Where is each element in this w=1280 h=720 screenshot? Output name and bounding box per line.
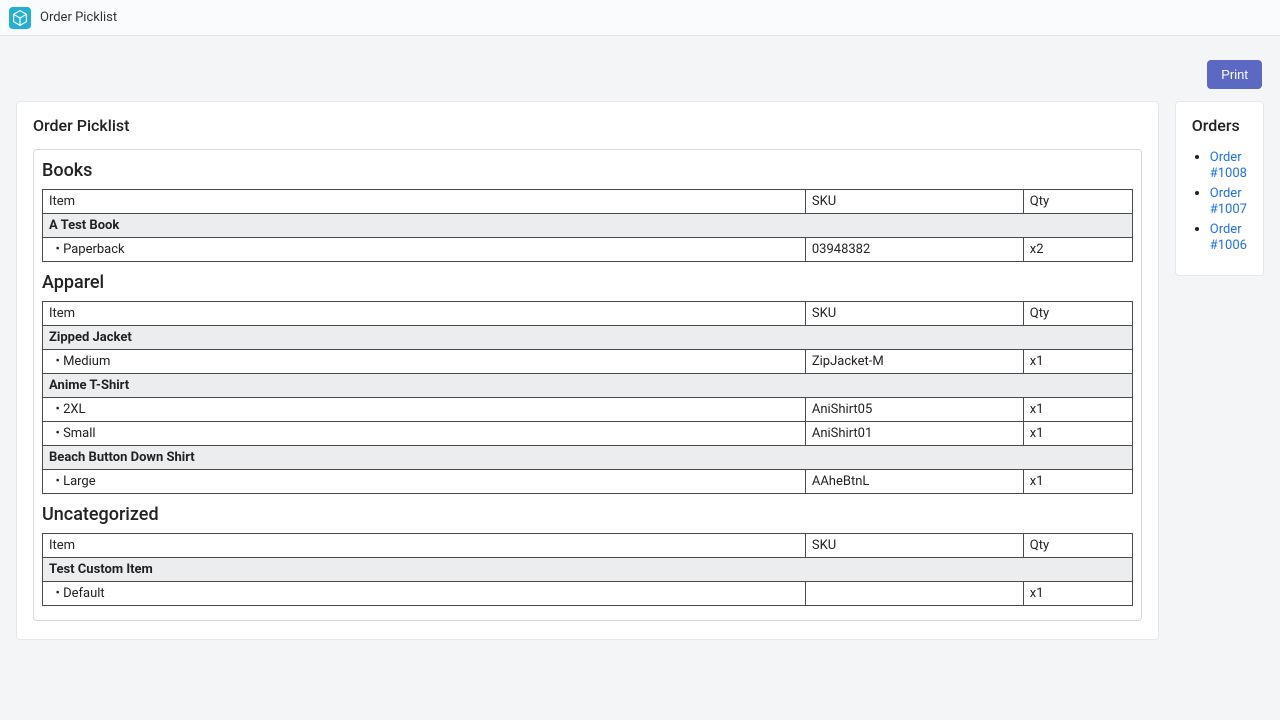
variant-qty: x1 bbox=[1023, 422, 1132, 446]
col-header-item: Item bbox=[43, 190, 806, 214]
picklist-section: Books ItemSKUQtyA Test BookPaperback03948… bbox=[42, 160, 1133, 262]
variant-row: LargeAAheBtnLx1 bbox=[43, 470, 1133, 494]
section-title: Apparel bbox=[42, 272, 1133, 293]
variant-qty: x1 bbox=[1023, 470, 1132, 494]
col-header-sku: SKU bbox=[805, 302, 1023, 326]
col-header-qty: Qty bbox=[1023, 190, 1132, 214]
product-name: A Test Book bbox=[43, 214, 1133, 238]
col-header-qty: Qty bbox=[1023, 302, 1132, 326]
col-header-item: Item bbox=[43, 302, 806, 326]
variant-row: Default x1 bbox=[43, 582, 1133, 606]
orders-list: Order #1008 Order #1007 Order #1006 bbox=[1192, 149, 1247, 253]
product-row: A Test Book bbox=[43, 214, 1133, 238]
picklist-title: Order Picklist bbox=[33, 116, 1142, 135]
product-name: Anime T-Shirt bbox=[43, 374, 1133, 398]
variant-name: Medium bbox=[43, 350, 806, 374]
variant-name: Paperback bbox=[43, 238, 806, 262]
variant-name: 2XL bbox=[43, 398, 806, 422]
picklist-table: ItemSKUQtyZipped JacketMediumZipJacket-M… bbox=[42, 301, 1133, 494]
variant-name: Small bbox=[43, 422, 806, 446]
app-cube-icon bbox=[8, 6, 32, 30]
variant-row: SmallAniShirt01x1 bbox=[43, 422, 1133, 446]
product-name: Zipped Jacket bbox=[43, 326, 1133, 350]
product-row: Test Custom Item bbox=[43, 558, 1133, 582]
top-bar: Order Picklist bbox=[0, 0, 1280, 36]
variant-row: MediumZipJacket-Mx1 bbox=[43, 350, 1133, 374]
variant-sku: AAheBtnL bbox=[805, 470, 1023, 494]
orders-card: Orders Order #1008 Order #1007 Order #1006 bbox=[1175, 101, 1264, 276]
order-link[interactable]: Order #1007 bbox=[1210, 186, 1247, 217]
variant-sku bbox=[805, 582, 1023, 606]
variant-qty: x1 bbox=[1023, 398, 1132, 422]
variant-sku: 03948382 bbox=[805, 238, 1023, 262]
variant-sku: ZipJacket-M bbox=[805, 350, 1023, 374]
variant-qty: x1 bbox=[1023, 350, 1132, 374]
orders-list-item: Order #1008 bbox=[1210, 149, 1247, 181]
variant-row: 2XLAniShirt05x1 bbox=[43, 398, 1133, 422]
order-link[interactable]: Order #1006 bbox=[1210, 222, 1247, 253]
variant-name: Default bbox=[43, 582, 806, 606]
orders-list-item: Order #1006 bbox=[1210, 221, 1247, 253]
picklist-section: Apparel ItemSKUQtyZipped JacketMediumZipJ… bbox=[42, 272, 1133, 494]
col-header-item: Item bbox=[43, 534, 806, 558]
variant-name: Large bbox=[43, 470, 806, 494]
col-header-sku: SKU bbox=[805, 534, 1023, 558]
picklist-table: ItemSKUQtyTest Custom ItemDefault x1 bbox=[42, 533, 1133, 606]
product-row: Zipped Jacket bbox=[43, 326, 1133, 350]
variant-sku: AniShirt05 bbox=[805, 398, 1023, 422]
col-header-qty: Qty bbox=[1023, 534, 1132, 558]
variant-sku: AniShirt01 bbox=[805, 422, 1023, 446]
picklist-inner-frame: BooksItemSKUQtyA Test BookPaperback03948… bbox=[33, 149, 1142, 621]
picklist-section: Uncategorized ItemSKUQtyTest Custom ItemD… bbox=[42, 504, 1133, 606]
product-name: Test Custom Item bbox=[43, 558, 1133, 582]
product-name: Beach Button Down Shirt bbox=[43, 446, 1133, 470]
orders-title: Orders bbox=[1192, 116, 1247, 135]
section-title: Books bbox=[42, 160, 1133, 181]
picklist-table: ItemSKUQtyA Test BookPaperback03948382x2 bbox=[42, 189, 1133, 262]
variant-row: Paperback03948382x2 bbox=[43, 238, 1133, 262]
variant-qty: x2 bbox=[1023, 238, 1132, 262]
app-title: Order Picklist bbox=[40, 10, 117, 25]
print-button[interactable]: Print bbox=[1207, 60, 1262, 89]
picklist-card: Order Picklist BooksItemSKUQtyA Test Boo… bbox=[16, 101, 1159, 640]
section-title: Uncategorized bbox=[42, 504, 1133, 525]
col-header-sku: SKU bbox=[805, 190, 1023, 214]
product-row: Anime T-Shirt bbox=[43, 374, 1133, 398]
orders-list-item: Order #1007 bbox=[1210, 185, 1247, 217]
order-link[interactable]: Order #1008 bbox=[1210, 150, 1247, 181]
action-bar: Print bbox=[16, 60, 1264, 89]
product-row: Beach Button Down Shirt bbox=[43, 446, 1133, 470]
variant-qty: x1 bbox=[1023, 582, 1132, 606]
